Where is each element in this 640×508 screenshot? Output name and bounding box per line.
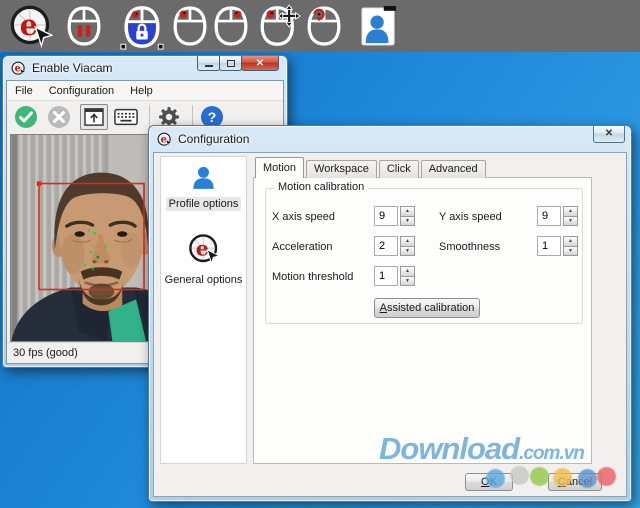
x-axis-speed-label: X axis speed: [272, 211, 335, 223]
pause-mode-icon[interactable]: [66, 4, 102, 48]
options-sidebar: Profile options General options: [160, 156, 247, 464]
spin-down-icon[interactable]: ▼: [400, 276, 415, 287]
y-axis-speed-spinner[interactable]: ▲▼: [563, 206, 578, 226]
tab-advanced[interactable]: Advanced: [421, 160, 486, 178]
disable-tracking-button[interactable]: [47, 105, 71, 129]
menu-configuration[interactable]: Configuration: [41, 81, 122, 101]
dialog-client: Profile options General options Motion W…: [153, 152, 627, 497]
smoothness-spinner[interactable]: ▲▼: [563, 236, 578, 256]
svg-text:?: ?: [208, 109, 217, 125]
eviacam-logo-icon: [11, 61, 26, 76]
menu-help[interactable]: Help: [122, 81, 161, 101]
watermark: Download.com.vn: [379, 431, 584, 467]
watermark-dot: [553, 468, 572, 487]
acceleration-label: Acceleration: [272, 241, 333, 253]
wizard-button[interactable]: [80, 104, 108, 130]
general-options-label: General options: [162, 273, 246, 287]
double-click-mode-icon[interactable]: [306, 4, 342, 48]
motion-threshold-label: Motion threshold: [272, 271, 353, 283]
right-click-mode-icon[interactable]: [213, 4, 249, 48]
main-window-title: Enable Viacam: [32, 61, 113, 75]
general-options-logo-icon: [188, 233, 220, 265]
sidebar-item-profile-options[interactable]: Profile options: [161, 165, 246, 212]
settings-tab-bar: Motion Workspace Click Advanced: [255, 157, 488, 178]
spin-down-icon[interactable]: ▼: [400, 246, 415, 257]
spin-down-icon[interactable]: ▼: [563, 246, 578, 257]
spin-down-icon[interactable]: ▼: [563, 216, 578, 227]
configuration-dialog: Configuration ✕ Profile options General …: [148, 125, 632, 502]
enable-tracking-button[interactable]: [14, 105, 38, 129]
group-title: Motion calibration: [274, 181, 368, 193]
minimize-button[interactable]: [197, 56, 220, 71]
spin-down-icon[interactable]: ▼: [400, 216, 415, 227]
watermark-dot: [530, 467, 549, 486]
watermark-dot: [510, 466, 529, 485]
menu-file[interactable]: File: [7, 81, 41, 101]
tab-workspace[interactable]: Workspace: [306, 160, 377, 178]
watermark-dot: [597, 467, 616, 486]
watermark-text: Download: [379, 431, 519, 466]
smoothness-input[interactable]: [537, 236, 561, 256]
maximize-button[interactable]: [219, 56, 242, 71]
acceleration-input[interactable]: [374, 236, 398, 256]
assisted-calibration-button[interactable]: Assisted calibration: [374, 298, 480, 318]
profile-options-label: Profile options: [166, 197, 242, 211]
dialog-close-button[interactable]: ✕: [593, 126, 625, 143]
eviacam-logo-icon[interactable]: [9, 4, 53, 48]
dialog-titlebar[interactable]: Configuration ✕: [149, 126, 631, 152]
click-mode-toolbar: [0, 0, 640, 52]
onscreen-keyboard-button[interactable]: [114, 107, 138, 127]
window-up-arrow-icon: [84, 108, 104, 126]
motion-threshold-spinner[interactable]: ▲▼: [400, 266, 415, 286]
y-axis-speed-input[interactable]: [537, 206, 561, 226]
main-window-titlebar[interactable]: Enable Viacam ✕: [3, 56, 287, 80]
dialog-title: Configuration: [178, 132, 249, 146]
sidebar-item-general-options[interactable]: General options: [161, 233, 246, 288]
watermark-dot: [578, 469, 597, 488]
close-button[interactable]: ✕: [241, 56, 279, 71]
lock-pointer-mode-icon[interactable]: [120, 4, 164, 50]
smoothness-label: Smoothness: [439, 241, 500, 253]
profile-person-icon: [190, 165, 217, 189]
tab-click[interactable]: Click: [379, 160, 419, 178]
x-axis-speed-spinner[interactable]: ▲▼: [400, 206, 415, 226]
fps-status: 30 fps (good): [13, 347, 78, 359]
motion-threshold-input[interactable]: [374, 266, 398, 286]
menu-bar: File Configuration Help: [7, 81, 283, 101]
watermark-dot: [486, 469, 505, 488]
eviacam-logo-icon: [157, 132, 172, 147]
desktop: { "top_bar": { "icons": [ "eviacam-logo"…: [0, 0, 640, 508]
profile-manager-icon[interactable]: [360, 4, 398, 48]
left-click-mode-icon[interactable]: [172, 4, 208, 48]
y-axis-speed-label: Y axis speed: [439, 211, 502, 223]
acceleration-spinner[interactable]: ▲▼: [400, 236, 415, 256]
watermark-suffix: .com.vn: [519, 443, 584, 464]
x-axis-speed-input[interactable]: [374, 206, 398, 226]
motion-tab-panel: Motion calibration X axis speed ▲▼ Y axi…: [253, 177, 592, 464]
drag-mode-icon[interactable]: [259, 4, 301, 48]
tab-motion[interactable]: Motion: [255, 157, 304, 178]
